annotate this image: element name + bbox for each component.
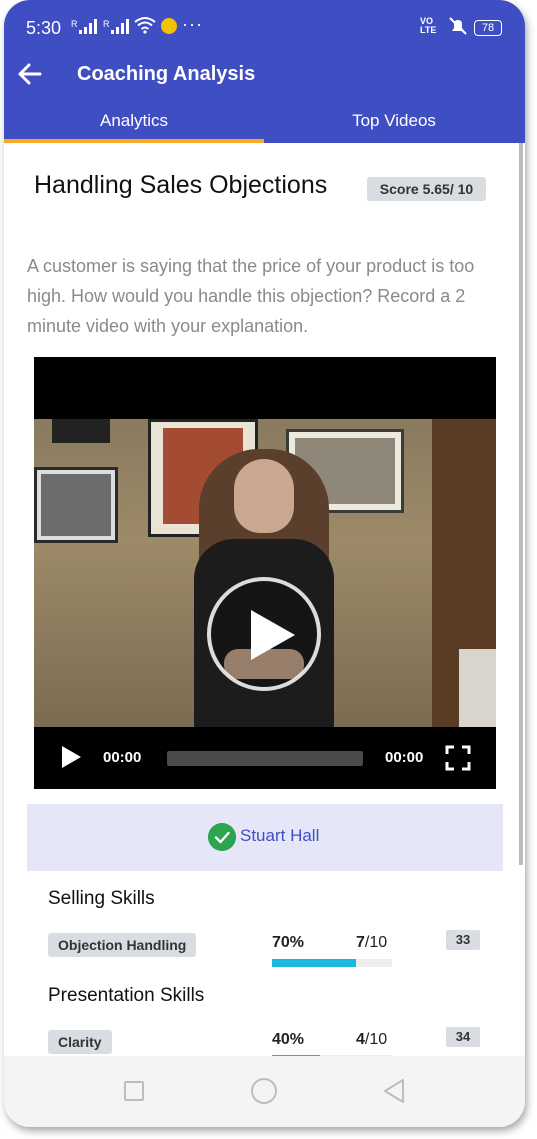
user-name[interactable]: Stuart Hall — [240, 826, 319, 846]
signal-icon — [79, 18, 97, 34]
skill-score: 7/10 — [356, 934, 387, 952]
skill-score-value: 7 — [356, 934, 365, 951]
video-frame — [34, 419, 496, 727]
tab-analytics[interactable]: Analytics — [4, 102, 264, 143]
skill-score-max: /10 — [364, 934, 388, 951]
app-bar: Coaching Analysis — [4, 54, 525, 94]
shelf — [459, 649, 496, 727]
user-bar: Stuart Hall — [27, 804, 503, 871]
battery-icon: 78 — [474, 20, 502, 36]
speaker-object — [52, 419, 110, 443]
home-button[interactable] — [251, 1078, 277, 1104]
current-time: 00:00 — [103, 749, 142, 766]
wifi-icon — [134, 17, 156, 34]
check-circle-icon — [208, 823, 236, 851]
tab-indicator — [4, 139, 264, 143]
score-badge: Score 5.65/ 10 — [367, 177, 486, 201]
skill-score-value: 4 — [356, 1031, 365, 1048]
bulb-icon — [161, 18, 177, 34]
duration-time: 00:00 — [385, 749, 424, 766]
status-bar: 5:30 R R ··· VO LTE 78 — [4, 0, 525, 54]
signal-label-2: R — [103, 19, 110, 29]
fullscreen-icon[interactable] — [445, 745, 471, 771]
video-controls: 00:00 00:00 — [34, 727, 496, 789]
question-description: A customer is saying that the price of y… — [27, 256, 475, 336]
tab-bar: Analytics Top Videos — [4, 102, 525, 143]
skill-percent: 70% — [272, 934, 305, 951]
skill-chip: Clarity — [48, 1030, 112, 1054]
question-title: Handling Sales Objections — [34, 171, 328, 199]
system-nav-bar — [4, 1056, 525, 1127]
phone-screen: 5:30 R R ··· VO LTE 78 Coaching Analysis… — [4, 0, 525, 1127]
skill-group-title: Selling Skills — [48, 888, 155, 909]
skill-chip: Objection Handling — [48, 933, 197, 957]
skill-score: 4/10 — [356, 1031, 387, 1049]
poster-image — [34, 467, 118, 543]
tab-top-videos[interactable]: Top Videos — [264, 102, 524, 143]
recents-button[interactable] — [124, 1081, 144, 1101]
skill-percent: 40% — [272, 1031, 305, 1048]
back-button[interactable] — [382, 1078, 406, 1104]
person-face — [234, 459, 294, 533]
tab-label: Top Videos — [352, 111, 436, 130]
volte-label: VO LTE — [420, 16, 437, 35]
skill-count-badge: 33 — [446, 930, 480, 950]
signal-icon — [111, 18, 129, 34]
skill-score-max: /10 — [364, 1031, 388, 1048]
tab-label: Analytics — [99, 111, 169, 130]
back-arrow-icon[interactable] — [16, 60, 44, 88]
seek-bar[interactable] — [167, 751, 363, 766]
big-play-button[interactable] — [207, 577, 321, 691]
skill-progress-bar — [272, 959, 392, 967]
page-title: Coaching Analysis — [77, 63, 256, 85]
status-time: 5:30 — [26, 18, 62, 38]
signal-label-1: R — [71, 19, 78, 29]
play-icon — [251, 610, 295, 660]
skill-count-badge: 34 — [446, 1027, 480, 1047]
skill-group-title: Presentation Skills — [48, 985, 205, 1006]
header: 5:30 R R ··· VO LTE 78 Coaching Analysis… — [4, 0, 525, 143]
video-player[interactable]: 00:00 00:00 — [34, 357, 496, 789]
mute-icon — [449, 17, 467, 35]
progress-fill — [272, 959, 356, 967]
play-icon[interactable] — [62, 746, 81, 768]
more-notifications-icon: ··· — [182, 14, 203, 34]
scrollbar[interactable] — [519, 143, 523, 865]
